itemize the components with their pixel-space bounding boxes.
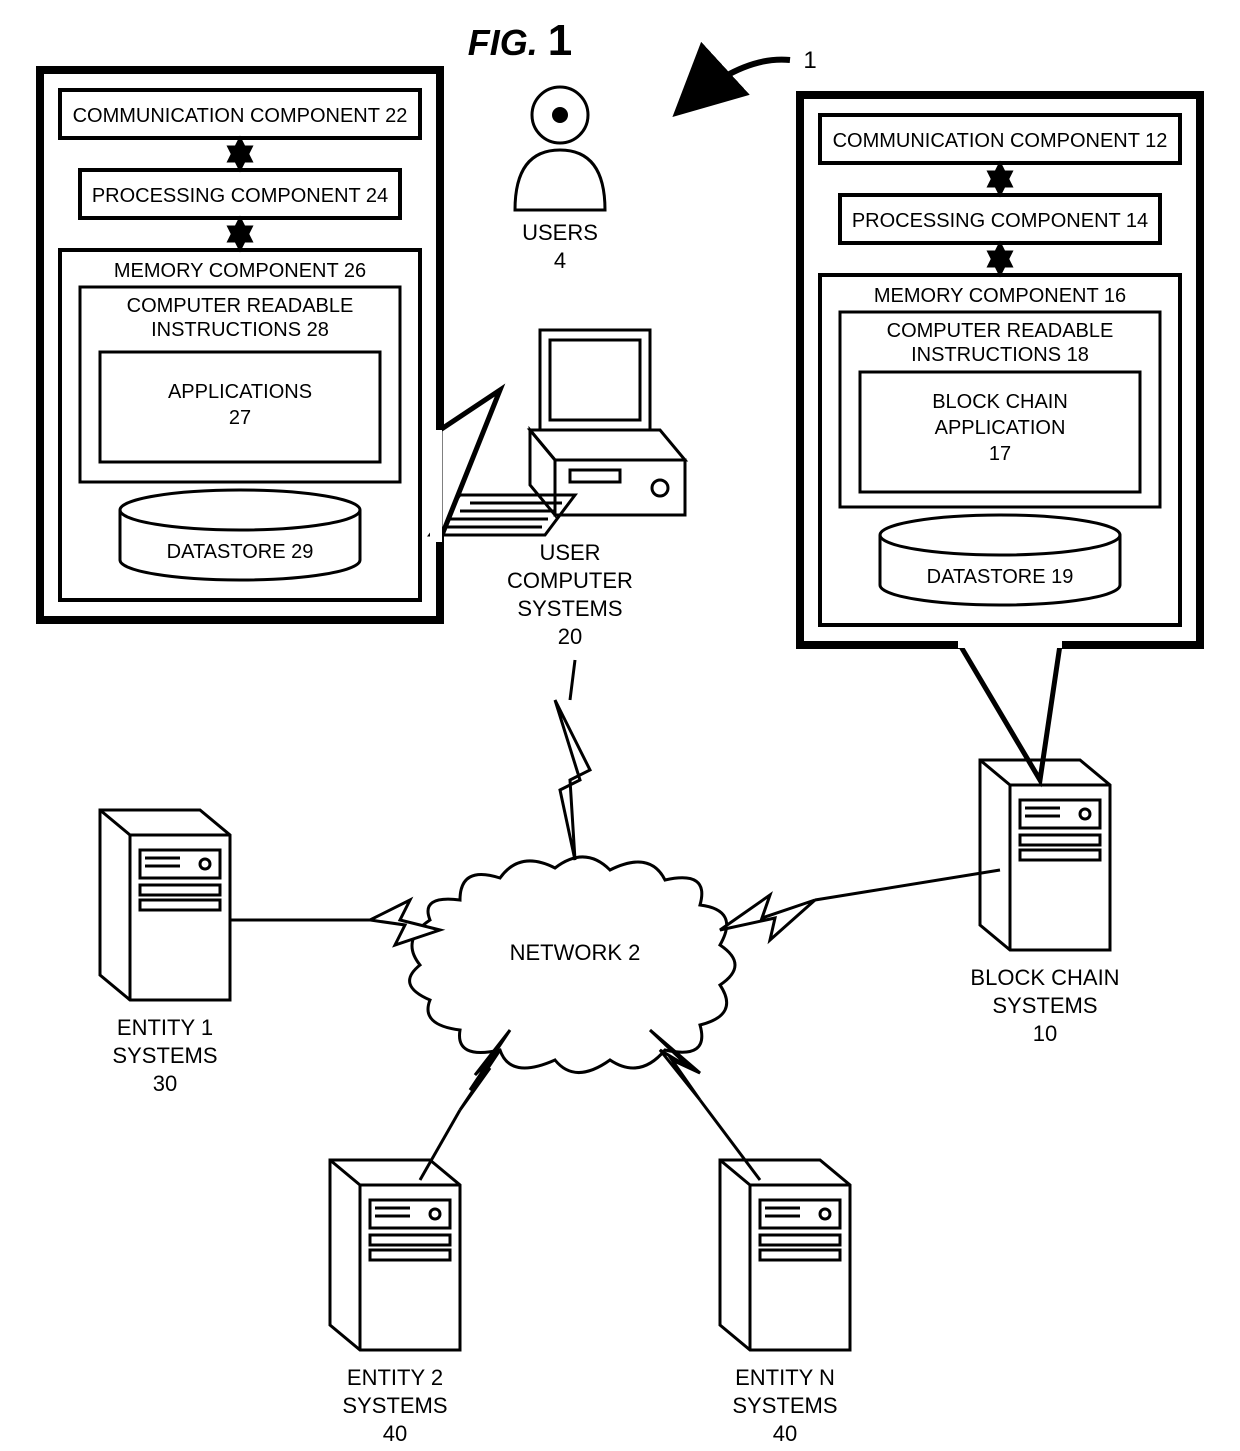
blockchain-num: 10 — [1033, 1021, 1057, 1046]
proc-component-24: PROCESSING COMPONENT 24 — [92, 185, 388, 207]
user-computer-l3: SYSTEMS — [517, 596, 622, 621]
cri-18-l2: INSTRUCTIONS 18 — [911, 344, 1089, 366]
cri-18-l1: COMPUTER READABLE — [887, 320, 1114, 342]
user-system-detail-box: COMMUNICATION COMPONENT 22 PROCESSING CO… — [40, 70, 440, 620]
blockchain-system-detail-box: COMMUNICATION COMPONENT 12 PROCESSING CO… — [800, 95, 1200, 645]
reference-arrow — [680, 60, 790, 110]
comm-component-12: COMMUNICATION COMPONENT 12 — [833, 130, 1168, 152]
entity1-l1: ENTITY 1 — [117, 1015, 213, 1040]
blockchain-app-num: 17 — [989, 443, 1011, 465]
entity2-l2: SYSTEMS — [342, 1393, 447, 1418]
mem-component-26: MEMORY COMPONENT 26 — [114, 260, 366, 282]
blockchain-server-icon — [980, 760, 1110, 950]
figure-label: FIG. 1 — [468, 16, 573, 65]
comm-component-22: COMMUNICATION COMPONENT 22 — [73, 105, 408, 127]
figure-ref: 1 — [803, 47, 816, 74]
entityN-num: 40 — [773, 1421, 797, 1446]
entityN-server-icon — [720, 1160, 850, 1350]
cri-28-l2: INSTRUCTIONS 28 — [151, 319, 329, 341]
mem-component-16: MEMORY COMPONENT 16 — [874, 285, 1126, 307]
entity2-server-icon — [330, 1160, 460, 1350]
applications-num: 27 — [229, 407, 251, 429]
datastore-29: DATASTORE 29 — [167, 541, 314, 563]
user-computer-l2: COMPUTER — [507, 568, 633, 593]
applications-label: APPLICATIONS — [168, 381, 312, 403]
entity1-server-icon — [100, 810, 230, 1000]
proc-component-14: PROCESSING COMPONENT 14 — [852, 210, 1148, 232]
users-label: USERS — [522, 220, 598, 245]
users-num: 4 — [554, 248, 566, 273]
blockchain-l1: BLOCK CHAIN — [970, 965, 1119, 990]
entityN-l1: ENTITY N — [735, 1365, 835, 1390]
entity2-num: 40 — [383, 1421, 407, 1446]
blockchain-l2: SYSTEMS — [992, 993, 1097, 1018]
network-links — [230, 660, 1000, 1180]
entity1-num: 30 — [153, 1071, 177, 1096]
figure-1: FIG. 1 1 COMMUNICATION COMPONENT 22 PROC… — [0, 0, 1240, 1451]
blockchain-app-l1: BLOCK CHAIN — [932, 391, 1068, 413]
blockchain-app-l2: APPLICATION — [935, 417, 1066, 439]
network-label: NETWORK 2 — [510, 940, 641, 965]
cri-28-l1: COMPUTER READABLE — [127, 295, 354, 317]
user-icon — [515, 87, 605, 210]
user-computer-l1: USER — [539, 540, 600, 565]
entity1-l2: SYSTEMS — [112, 1043, 217, 1068]
entity2-l1: ENTITY 2 — [347, 1365, 443, 1390]
datastore-19: DATASTORE 19 — [927, 566, 1074, 588]
entityN-l2: SYSTEMS — [732, 1393, 837, 1418]
user-computer-num: 20 — [558, 624, 582, 649]
